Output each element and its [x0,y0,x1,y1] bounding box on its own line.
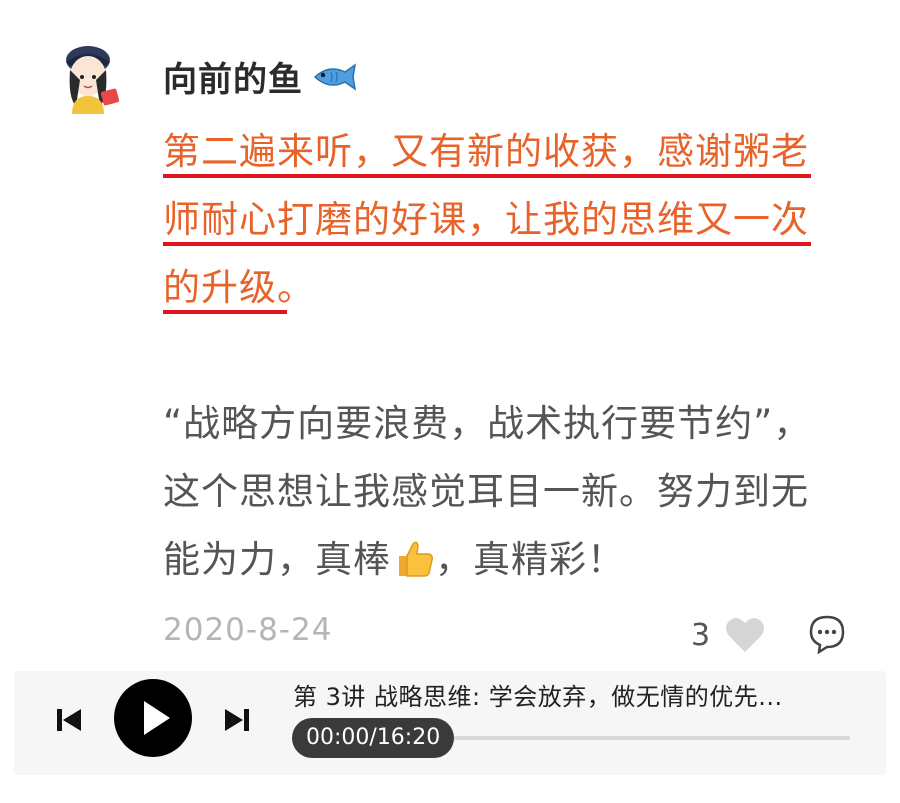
play-icon [144,701,170,735]
previous-track-icon[interactable] [54,705,84,735]
heart-icon[interactable] [723,614,767,654]
next-track-icon[interactable] [222,705,252,735]
comment-date: 2020-8-24 [163,612,333,648]
comment-meta: 2020-8-24 3 [163,608,853,658]
track-title[interactable]: 第 3讲 战略思维: 学会放弃，做无情的优先... [293,677,783,712]
comment-body: 第二遍来听，又有新的收获，感谢粥老 师耐心打磨的好课，让我的思维又一次 的升级。… [163,118,823,594]
comment-bubble-icon[interactable] [807,614,847,654]
comment-line: “战略方向要浪费，战术执行要节约”， [163,402,812,445]
username[interactable]: 向前的鱼 [163,52,357,101]
avatar[interactable] [58,40,122,114]
like-count: 3 [691,618,711,653]
audio-player: 第 3讲 战略思维: 学会放弃，做无情的优先... 00:00/16:20 [14,671,886,775]
progress-time-handle[interactable]: 00:00/16:20 [292,718,455,758]
thumbs-up-icon [399,541,433,577]
fish-icon [313,62,357,91]
highlighted-paragraph: 第二遍来听，又有新的收获，感谢粥老 师耐心打磨的好课，让我的思维又一次 的升级。 [163,118,823,322]
highlighted-line: 师耐心打磨的好课，让我的思维又一次 [163,186,823,254]
underline-mark [163,242,811,246]
avatar-illustration [66,46,120,114]
comment-paragraph: “战略方向要浪费，战术执行要节约”， 这个思想让我感觉耳目一新。努力到无 能为力… [163,390,823,594]
username-text: 向前的鱼 [163,60,303,100]
play-button[interactable] [114,679,192,757]
comment-line: 能为力，真棒 ，真精彩！ [163,538,625,581]
comment-line: 这个思想让我感觉耳目一新。努力到无 [163,470,809,513]
highlighted-line: 的升级。 [163,254,823,322]
underline-mark [163,310,287,314]
underline-mark [163,174,811,178]
highlighted-line: 第二遍来听，又有新的收获，感谢粥老 [163,118,823,186]
